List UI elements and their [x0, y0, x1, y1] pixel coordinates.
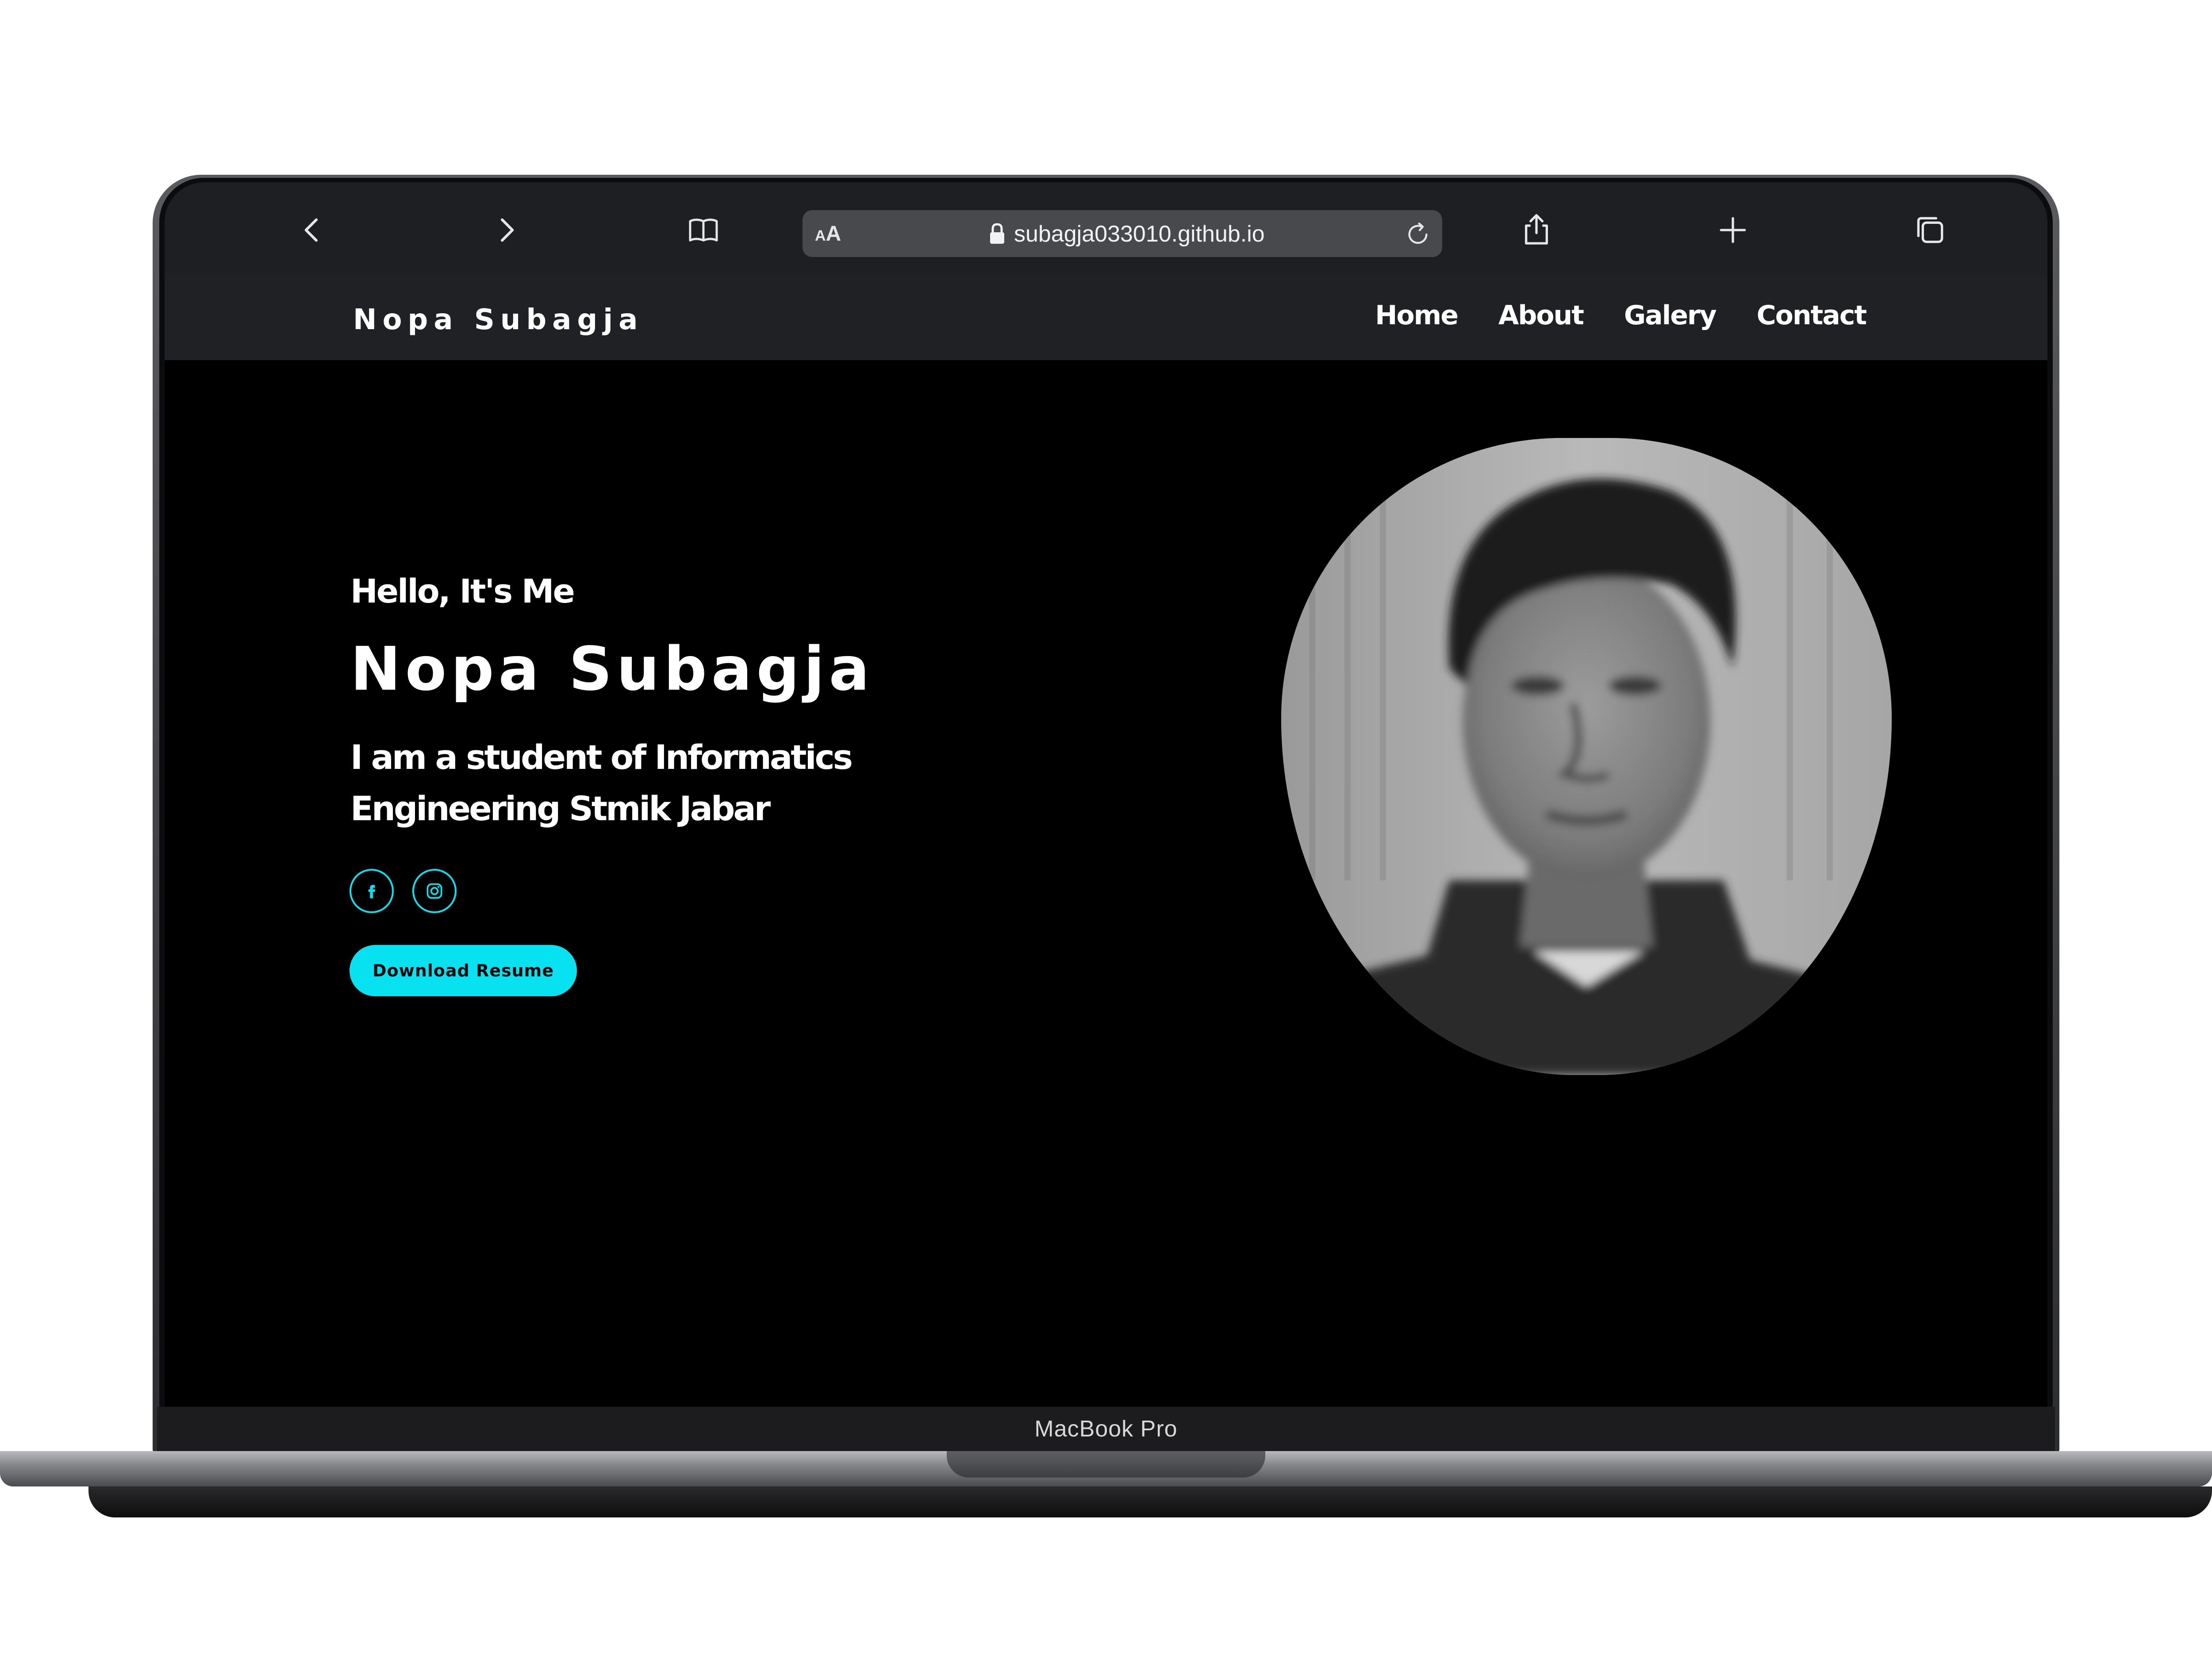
laptop-base-shadow	[88, 1486, 2212, 1517]
url-display[interactable]: subagja033010.github.io	[988, 221, 1265, 247]
nav-link-galery[interactable]: Galery	[1624, 300, 1717, 331]
site-navbar: Nopa Subagja Home About Galery Contact	[165, 275, 2047, 360]
forward-icon	[501, 218, 514, 242]
nav-links: Home About Galery Contact	[1375, 300, 1867, 331]
new-tab-icon	[1720, 217, 1746, 243]
site-logo[interactable]: Nopa Subagja	[353, 303, 643, 336]
device-model-label: MacBook Pro	[1034, 1416, 1178, 1442]
forward-button[interactable]	[485, 209, 528, 251]
reload-icon[interactable]	[1403, 220, 1432, 249]
download-resume-button[interactable]: Download Resume	[349, 945, 577, 996]
instagram-link[interactable]	[412, 869, 457, 913]
browser-screen: AA subagja033010.github.io Nopa Subagja …	[165, 182, 2047, 1407]
hero-greeting: Hello, It's Me	[350, 572, 575, 611]
address-bar[interactable]: AA subagja033010.github.io	[803, 210, 1442, 257]
nav-link-contact[interactable]: Contact	[1757, 300, 1867, 331]
lock-icon	[990, 223, 1004, 244]
browser-toolbar: AA subagja033010.github.io	[165, 182, 2047, 275]
nav-link-home[interactable]: Home	[1375, 300, 1459, 331]
facebook-icon	[368, 885, 376, 899]
share-button[interactable]	[1515, 209, 1558, 251]
hero-description: I am a student of Informatics Engineerin…	[350, 737, 853, 828]
laptop-opening-notch	[947, 1451, 1265, 1478]
facebook-link[interactable]	[349, 869, 394, 913]
text-size-button[interactable]: AA	[815, 222, 841, 246]
share-icon	[1525, 214, 1548, 245]
profile-photo	[1281, 438, 1892, 1075]
laptop-mockup: AA subagja033010.github.io Nopa Subagja …	[0, 0, 2212, 1659]
bookmarks-icon	[689, 219, 718, 242]
portrait-image	[1281, 438, 1892, 1075]
hero-name: Nopa Subagja	[350, 634, 874, 704]
new-tab-button[interactable]	[1712, 209, 1754, 251]
back-button[interactable]	[291, 209, 333, 251]
hero-section: Hello, It's Me Nopa Subagja I am a stude…	[165, 360, 2047, 1407]
laptop-chin: MacBook Pro	[157, 1407, 2055, 1451]
back-icon	[304, 218, 318, 242]
tabs-overview-button[interactable]	[1909, 209, 1951, 251]
nav-link-about[interactable]: About	[1498, 300, 1584, 331]
tabs-icon	[1917, 217, 1943, 243]
url-text: subagja033010.github.io	[1014, 221, 1265, 247]
bookmarks-button[interactable]	[682, 209, 725, 251]
instagram-icon	[426, 883, 442, 899]
